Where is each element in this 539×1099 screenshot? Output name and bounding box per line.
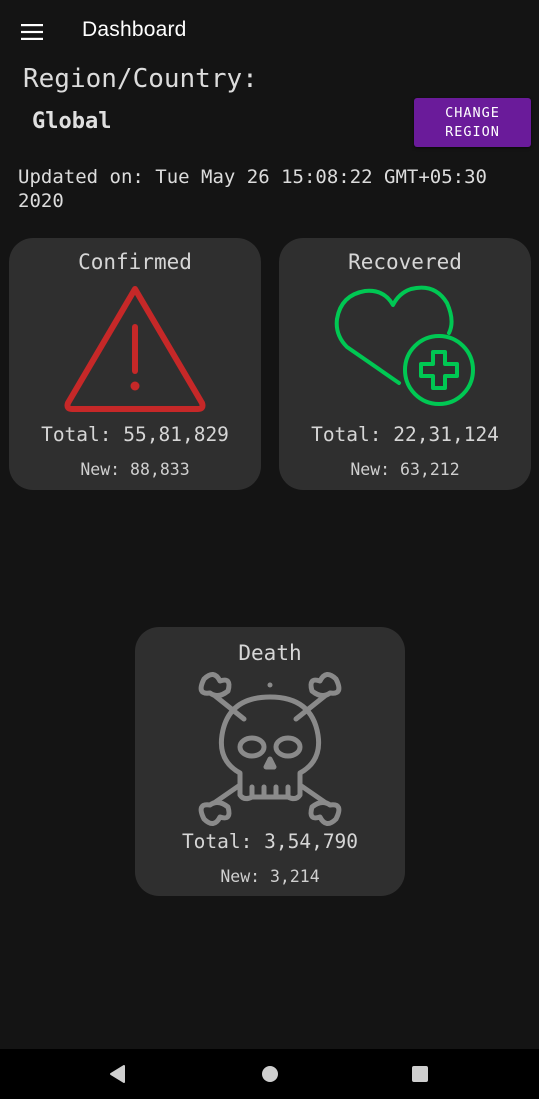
skull-crossbones-icon [198, 672, 342, 826]
death-total: Total: 3,54,790 [181, 830, 359, 853]
warning-triangle-icon [64, 286, 206, 412]
region-label: Region/Country: [23, 64, 258, 94]
hamburger-menu-icon [21, 24, 43, 40]
confirmed-total: Total: 55,81,829 [41, 423, 229, 446]
death-title: Death [238, 641, 302, 665]
system-nav-bar [0, 1049, 539, 1099]
death-new: New: 3,214 [220, 867, 320, 886]
home-circle-icon [262, 1066, 278, 1082]
change-region-button[interactable]: CHANGE REGION [414, 98, 531, 147]
recovered-total: Total: 22,31,124 [311, 423, 499, 446]
death-card: Death Total: 3,54,790 New: 3,214 [135, 627, 405, 896]
change-region-button-line2: REGION [445, 123, 500, 140]
home-button[interactable] [240, 1049, 300, 1099]
updated-timestamp: Updated on: Tue May 26 15:08:22 GMT+05:3… [18, 166, 487, 212]
menu-button[interactable] [12, 14, 52, 50]
confirmed-new: New: 88,833 [80, 460, 190, 479]
confirmed-title: Confirmed [78, 250, 192, 274]
change-region-button-line1: CHANGE [445, 104, 500, 121]
region-value: Global [32, 109, 112, 134]
recovered-card: Recovered Total: 22,31,124 New: 63,212 [279, 238, 531, 490]
back-button[interactable] [87, 1049, 147, 1099]
recents-square-icon [412, 1066, 428, 1082]
recovered-new: New: 63,212 [350, 460, 460, 479]
recents-button[interactable] [390, 1049, 450, 1099]
back-triangle-icon [110, 1065, 125, 1083]
confirmed-card: Confirmed Total: 55,81,829 New: 88,833 [9, 238, 261, 490]
page-title: Dashboard [82, 18, 187, 41]
heart-plus-icon [334, 285, 475, 406]
app-bar: Dashboard [0, 0, 539, 64]
recovered-title: Recovered [348, 250, 462, 274]
